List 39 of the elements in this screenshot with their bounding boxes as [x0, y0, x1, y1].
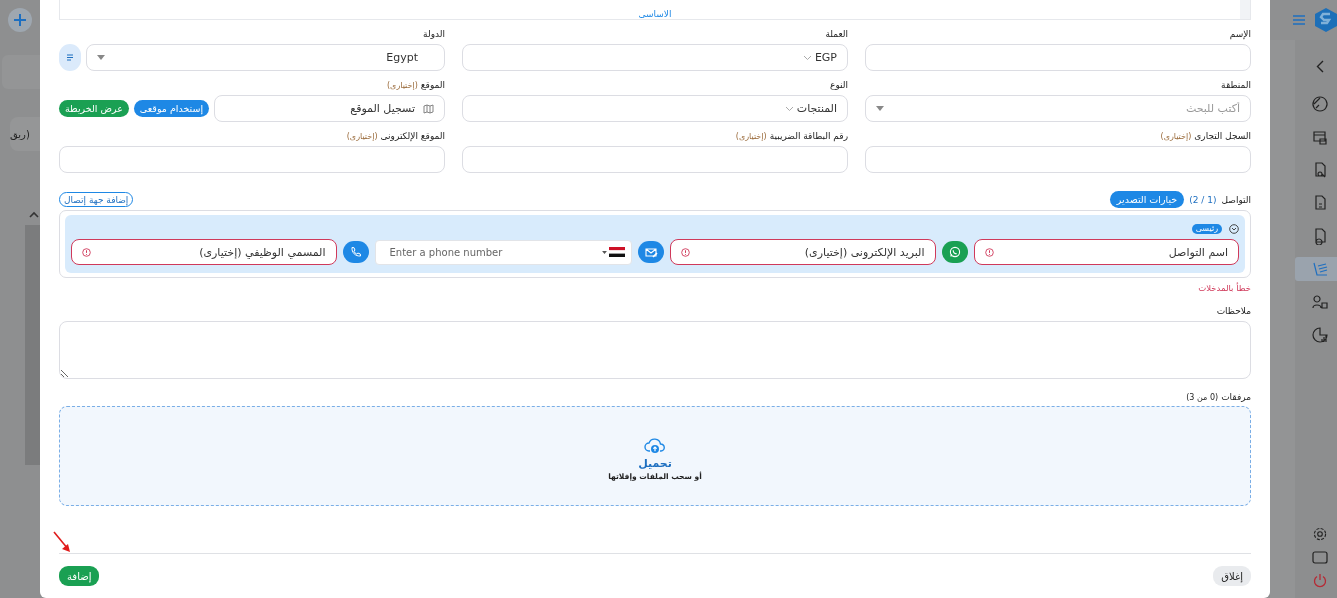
error-message: خطأ بالمدخلات [1197, 283, 1251, 295]
field-label: النوع [830, 80, 848, 90]
contact-input[interactable]: اسم التواصل [1001, 245, 1228, 259]
field-label: المنطقة [1221, 80, 1251, 90]
field-label: الموقع [420, 80, 445, 90]
close-button[interactable]: إغلاق [1213, 566, 1251, 586]
section-label: التواصل [1221, 194, 1251, 205]
select-field[interactable]: Egypt [86, 44, 445, 71]
section-tab[interactable]: الاساسى [59, 0, 1251, 20]
field-label: الإسم [1229, 29, 1251, 39]
field-label: رقم البطاقة الضريبية [769, 131, 848, 141]
optional-note: (إختيارى) [387, 80, 418, 90]
export-options-button[interactable]: خيارات التصدير [1109, 191, 1185, 208]
phone-field[interactable]: Enter a phone number [374, 239, 632, 265]
upload-title: تحميل [638, 457, 672, 470]
location-field[interactable]: تسجيل الموقع [214, 95, 445, 122]
contact-field[interactable]: اسم التواصل [973, 239, 1239, 265]
contact-count: (1 / 2) [1189, 194, 1217, 205]
optional-note: (إختيارى) [735, 131, 767, 141]
notes-label: ملاحظات [1216, 306, 1251, 316]
contact-input[interactable]: البريد الإلكترونى (إختيارى) [698, 245, 925, 259]
select-field[interactable]: المنتجات [462, 95, 848, 122]
location-action-button[interactable]: إستخدام موقعى [133, 100, 210, 117]
primary-badge: رئيسى [1191, 224, 1222, 234]
phone-input[interactable]: Enter a phone number [381, 246, 600, 258]
background-text: ريق) [10, 128, 30, 140]
optional-note: (إختيارى) [346, 131, 378, 141]
field-label: الموقع الإلكترونى [380, 131, 445, 141]
field-label: العملة [825, 29, 848, 39]
contact-field[interactable]: المسمي الوظيفي (إختيارى) [71, 239, 337, 265]
field-label: السجل التجارى [1194, 131, 1251, 141]
optional-note: (إختيارى) [1160, 131, 1192, 141]
attachments-count: (0 من 3) [1186, 392, 1219, 402]
contact-field[interactable]: البريد الإلكترونى (إختيارى) [670, 239, 936, 265]
add-contact-button[interactable]: إضافة جهة إتصال [59, 192, 134, 207]
field-label: الدولة [423, 29, 445, 39]
contact-input[interactable]: المسمي الوظيفي (إختيارى) [99, 245, 326, 259]
attachments-label: مرفقات [1221, 392, 1251, 402]
select-field[interactable]: EGP [462, 44, 848, 71]
